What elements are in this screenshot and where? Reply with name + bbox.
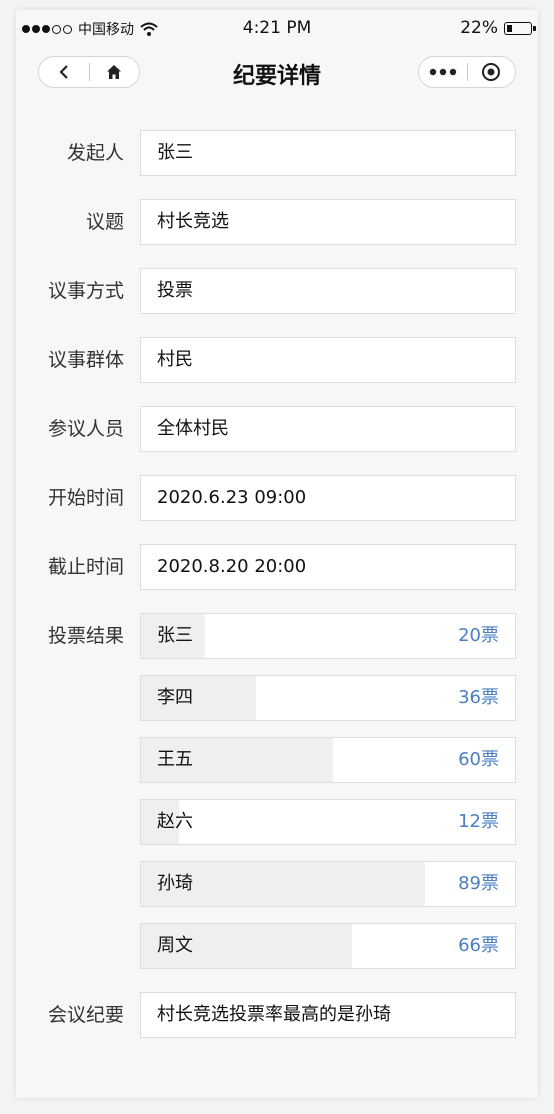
navigation-bar: 纪要详情 [16,50,538,96]
start-time-field[interactable]: 2020.6.23 09:00 [140,475,516,521]
candidate-name: 周文 [157,935,193,956]
vote-result-item: 张三 20票 [140,613,516,659]
end-time-field[interactable]: 2020.8.20 20:00 [140,544,516,590]
candidate-name: 李四 [157,687,193,708]
candidate-name: 赵六 [157,811,193,832]
group-field[interactable]: 村民 [140,337,516,383]
group-label: 议事群体 [47,349,124,371]
more-dots-icon [429,68,456,76]
nav-capsule-right [418,56,516,88]
battery-percent: 22% [460,18,498,38]
vote-count: 36票 [458,687,499,708]
vote-count: 89票 [458,873,499,894]
vote-result-item: 周文 66票 [140,923,516,969]
status-bar: 中国移动 4:21 PM 22% [16,10,538,46]
start-time-label: 开始时间 [47,487,124,509]
candidate-name: 王五 [157,749,193,770]
vote-result-item: 王五 60票 [140,737,516,783]
participants-label: 参议人员 [47,418,124,440]
vote-result-item: 孙琦 89票 [140,861,516,907]
summary-field[interactable]: 村长竞选投票率最高的是孙琦 [140,992,516,1038]
topic-field[interactable]: 村长竞选 [140,199,516,245]
method-label: 议事方式 [47,280,124,302]
vote-count: 12票 [458,811,499,832]
participants-field[interactable]: 全体村民 [140,406,516,452]
candidate-name: 孙琦 [157,873,193,894]
summary-label: 会议纪要 [47,1004,124,1026]
vote-result-item: 赵六 12票 [140,799,516,845]
initiator-field[interactable]: 张三 [140,130,516,176]
topic-label: 议题 [85,211,124,233]
method-field[interactable]: 投票 [140,268,516,314]
close-button[interactable] [468,57,516,87]
more-button[interactable] [419,57,467,87]
vote-results-label: 投票结果 [47,625,124,647]
phone-screen: 中国移动 4:21 PM 22% 纪要详情 发起人 张三 议题 村长竞选 议事方… [16,10,538,1098]
candidate-name: 张三 [157,625,193,646]
initiator-label: 发起人 [66,142,124,164]
battery-icon [504,21,536,35]
target-circle-icon [482,63,501,81]
vote-result-item: 李四 36票 [140,675,516,721]
vote-count: 20票 [458,625,499,646]
vote-count: 66票 [458,935,499,956]
end-time-label: 截止时间 [47,556,124,578]
vote-count: 60票 [458,749,499,770]
